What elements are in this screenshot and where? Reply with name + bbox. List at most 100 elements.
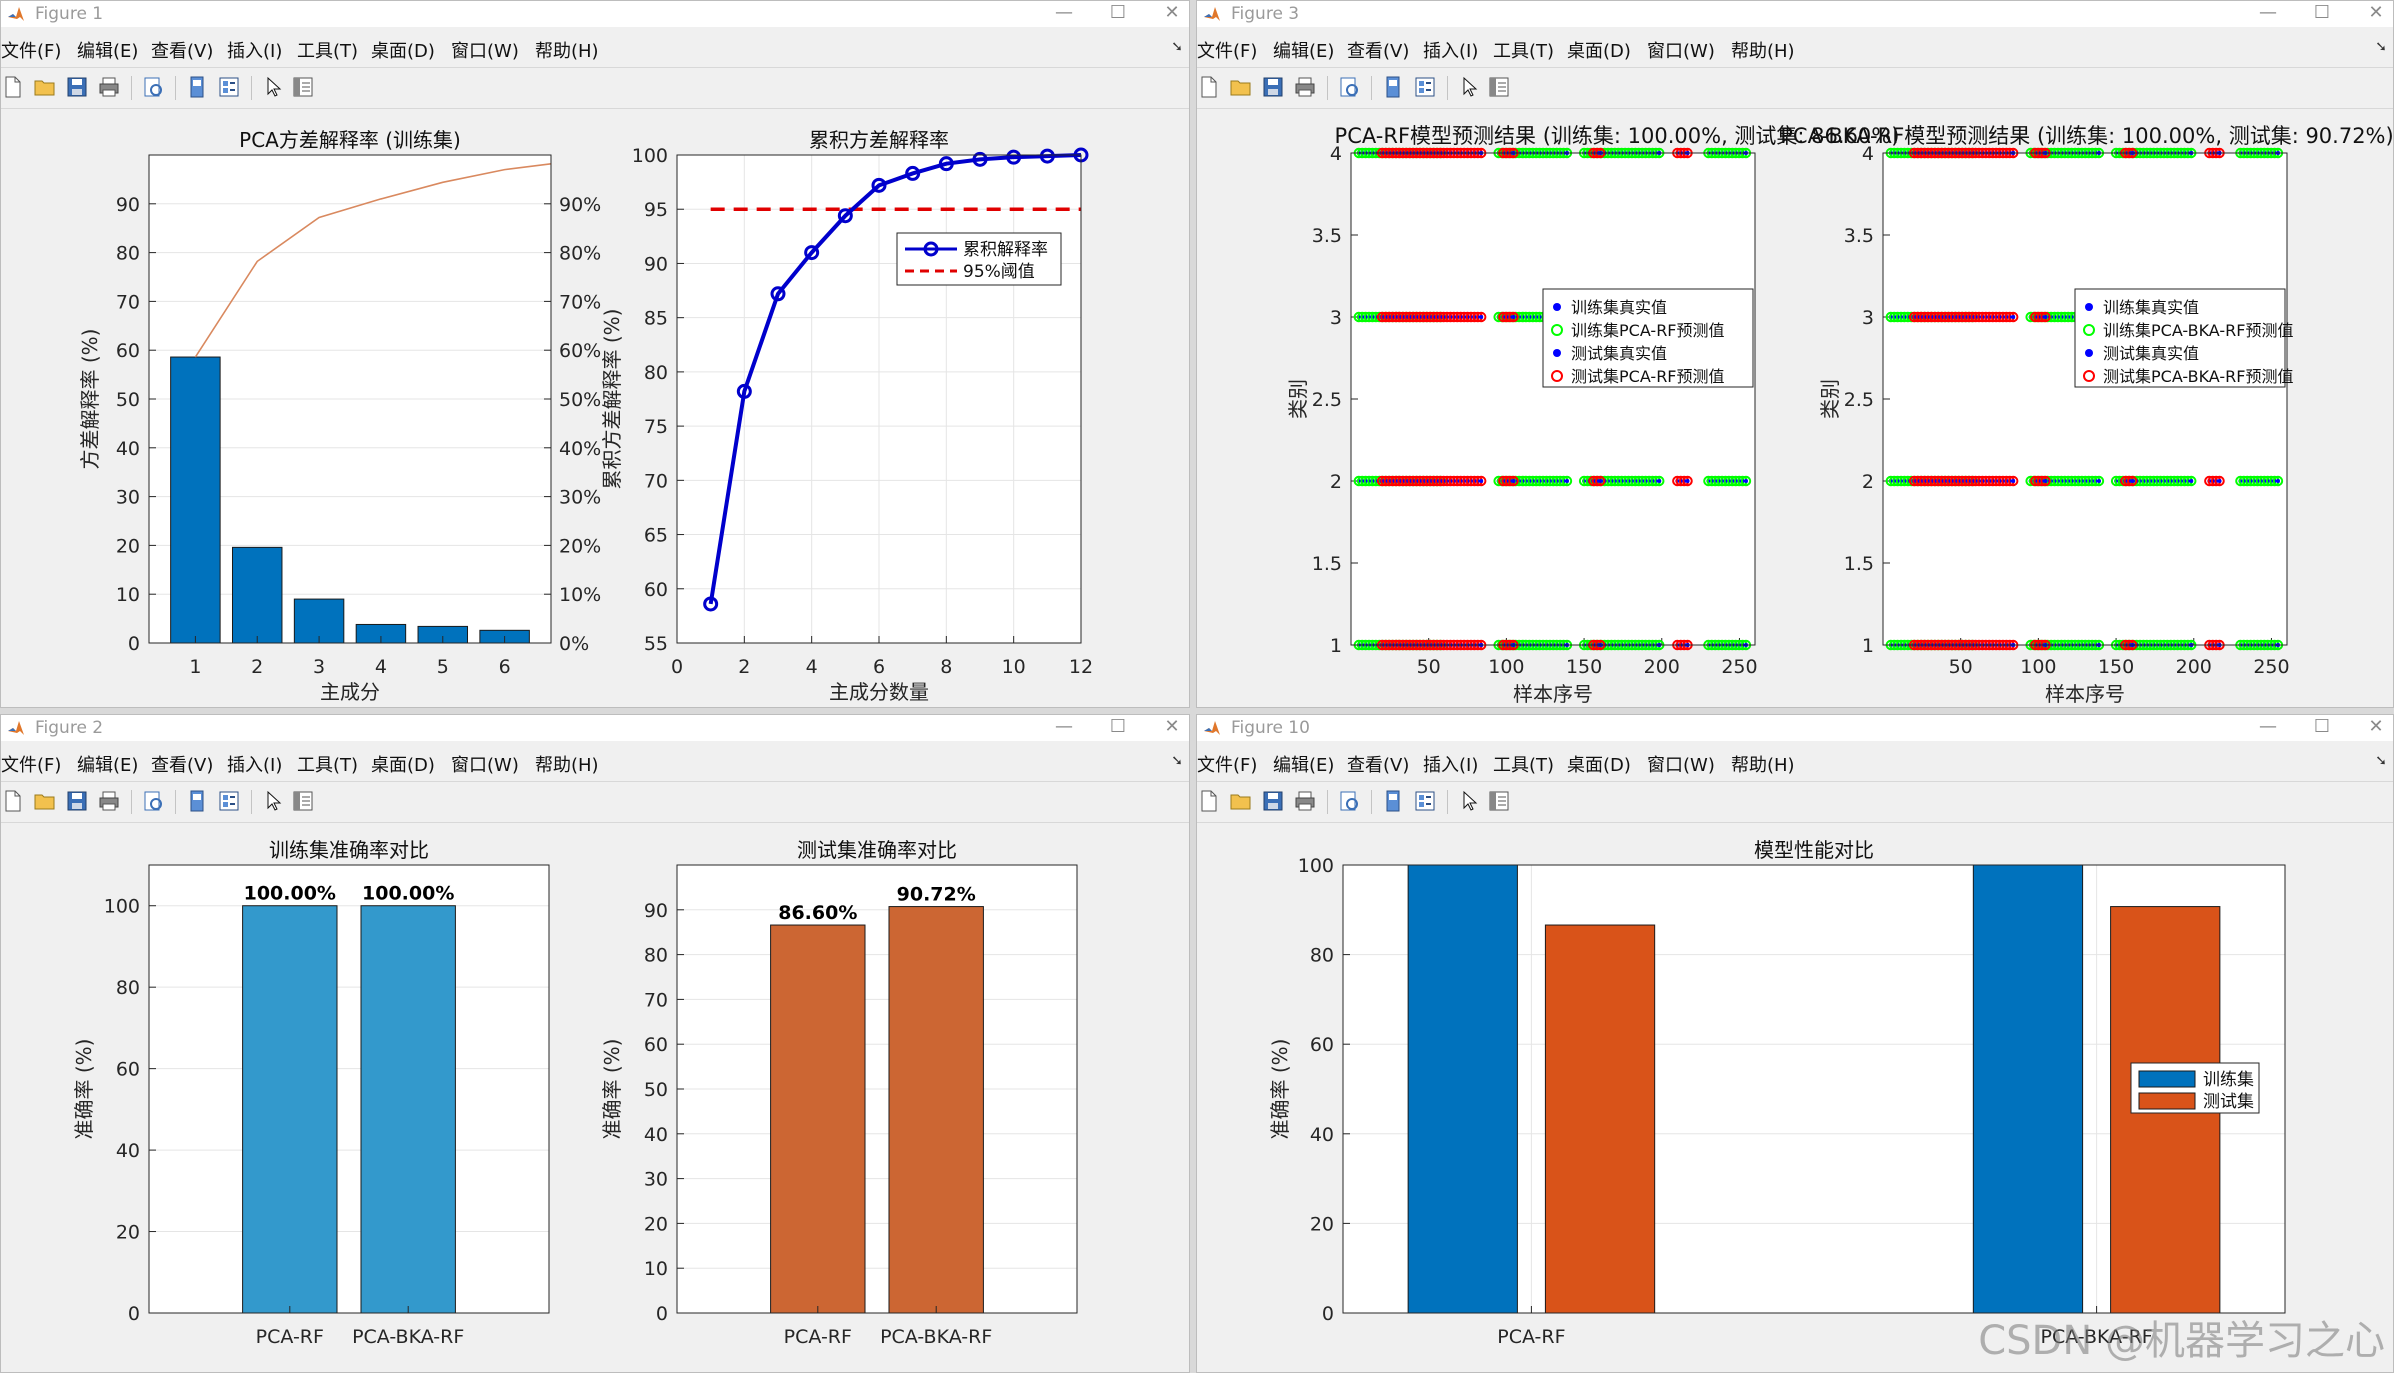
- menu-overflow-arrow-icon[interactable]: ➘: [2375, 39, 2387, 55]
- fig2-canvas: 020406080100100.00%PCA-RF100.00%PCA-BKA-…: [72, 838, 1078, 1348]
- save-icon[interactable]: [65, 789, 89, 813]
- link-plot-icon[interactable]: [1381, 789, 1405, 813]
- property-inspector-icon[interactable]: [291, 789, 315, 813]
- maximize-button[interactable]: ☐: [2299, 715, 2345, 741]
- x-tick-label: 200: [1644, 656, 1680, 678]
- close-button[interactable]: ✕: [1149, 715, 1189, 741]
- open-folder-icon[interactable]: [33, 789, 57, 813]
- insert-colorbar-icon[interactable]: [217, 75, 241, 99]
- save-icon[interactable]: [1261, 75, 1285, 99]
- print-preview-icon[interactable]: [1337, 75, 1361, 99]
- y-tick-label: 40: [1310, 1124, 1334, 1146]
- menu-desktop[interactable]: 桌面(D): [371, 751, 435, 777]
- menu-tools[interactable]: 工具(T): [297, 751, 358, 777]
- menu-file[interactable]: 文件(F): [1197, 37, 1257, 63]
- menu-desktop[interactable]: 桌面(D): [371, 37, 435, 63]
- y-tick-label: 70: [644, 470, 668, 492]
- menu-edit[interactable]: 编辑(E): [77, 37, 138, 63]
- print-icon[interactable]: [1293, 789, 1317, 813]
- menu-file[interactable]: 文件(F): [1197, 751, 1257, 777]
- open-folder-icon[interactable]: [1229, 75, 1253, 99]
- menu-file[interactable]: 文件(F): [1, 751, 61, 777]
- menu-edit[interactable]: 编辑(E): [77, 751, 138, 777]
- menu-help[interactable]: 帮助(H): [535, 751, 599, 777]
- menu-help[interactable]: 帮助(H): [535, 37, 599, 63]
- insert-colorbar-icon[interactable]: [1413, 789, 1437, 813]
- minimize-button[interactable]: —: [2245, 715, 2291, 741]
- menu-view[interactable]: 查看(V): [151, 37, 213, 63]
- link-plot-icon[interactable]: [185, 75, 209, 99]
- print-preview-icon[interactable]: [141, 789, 165, 813]
- edit-plot-pointer-icon[interactable]: [1457, 789, 1481, 813]
- menu-tools[interactable]: 工具(T): [1493, 751, 1554, 777]
- maximize-button[interactable]: ☐: [2299, 1, 2345, 27]
- menu-desktop[interactable]: 桌面(D): [1567, 37, 1631, 63]
- maximize-button[interactable]: ☐: [1095, 715, 1141, 741]
- axes-title: PCA-BKA-RF模型预测结果 (训练集: 100.00%, 测试集: 90.…: [1780, 124, 2393, 148]
- menu-desktop[interactable]: 桌面(D): [1567, 751, 1631, 777]
- print-preview-icon[interactable]: [141, 75, 165, 99]
- menu-tools[interactable]: 工具(T): [1493, 37, 1554, 63]
- menu-edit[interactable]: 编辑(E): [1273, 751, 1334, 777]
- edit-plot-pointer-icon[interactable]: [1457, 75, 1481, 99]
- menu-view[interactable]: 查看(V): [151, 751, 213, 777]
- new-file-icon[interactable]: [1197, 75, 1221, 99]
- minimize-button[interactable]: —: [2245, 1, 2291, 27]
- menu-window[interactable]: 窗口(W): [1647, 37, 1715, 63]
- minimize-button[interactable]: —: [1041, 715, 1087, 741]
- menu-insert[interactable]: 插入(I): [1423, 751, 1478, 777]
- save-icon[interactable]: [65, 75, 89, 99]
- print-icon[interactable]: [97, 789, 121, 813]
- menu-help[interactable]: 帮助(H): [1731, 37, 1795, 63]
- print-icon[interactable]: [1293, 75, 1317, 99]
- open-folder-icon[interactable]: [33, 75, 57, 99]
- y-tick-label: 85: [644, 308, 668, 330]
- link-plot-icon[interactable]: [185, 789, 209, 813]
- insert-colorbar-icon[interactable]: [217, 789, 241, 813]
- menu-view[interactable]: 查看(V): [1347, 751, 1409, 777]
- save-icon[interactable]: [1261, 789, 1285, 813]
- close-button[interactable]: ✕: [2353, 1, 2393, 27]
- new-file-icon[interactable]: [1197, 789, 1221, 813]
- menu-window[interactable]: 窗口(W): [451, 751, 519, 777]
- new-file-icon[interactable]: [1, 75, 25, 99]
- menu-insert[interactable]: 插入(I): [227, 37, 282, 63]
- menu-insert[interactable]: 插入(I): [1423, 37, 1478, 63]
- bar: [1407, 864, 1518, 1314]
- menu-edit[interactable]: 编辑(E): [1273, 37, 1334, 63]
- insert-colorbar-icon[interactable]: [1413, 75, 1437, 99]
- menu-file[interactable]: 文件(F): [1, 37, 61, 63]
- close-button[interactable]: ✕: [1149, 1, 1189, 27]
- property-inspector-icon[interactable]: [1487, 789, 1511, 813]
- menu-window[interactable]: 窗口(W): [451, 37, 519, 63]
- figure-window-10: 0 20 40 60 80 100 PCA-RF PCA-BKA-RF 模型性能对比 准确率 (%…: [1196, 714, 2394, 1373]
- link-plot-icon[interactable]: [1381, 75, 1405, 99]
- x-tick-label: 150: [2098, 656, 2134, 678]
- open-folder-icon[interactable]: [1229, 789, 1253, 813]
- menu-window[interactable]: 窗口(W): [1647, 751, 1715, 777]
- minimize-button[interactable]: —: [1041, 1, 1087, 27]
- x-tick-label: 150: [1566, 656, 1602, 678]
- maximize-button[interactable]: ☐: [1095, 1, 1141, 27]
- edit-plot-pointer-icon[interactable]: [261, 789, 285, 813]
- menu-overflow-arrow-icon[interactable]: ➘: [1171, 39, 1183, 55]
- menu-insert[interactable]: 插入(I): [227, 751, 282, 777]
- print-preview-icon[interactable]: [1337, 789, 1361, 813]
- edit-plot-pointer-icon[interactable]: [261, 75, 285, 99]
- menu-view[interactable]: 查看(V): [1347, 37, 1409, 63]
- property-inspector-icon[interactable]: [1487, 75, 1511, 99]
- menu-overflow-arrow-icon[interactable]: ➘: [1171, 753, 1183, 769]
- menu-help[interactable]: 帮助(H): [1731, 751, 1795, 777]
- legend-marker: [2085, 303, 2093, 311]
- menu-tools[interactable]: 工具(T): [297, 37, 358, 63]
- close-button[interactable]: ✕: [2353, 715, 2393, 741]
- window-title: Figure 10: [1231, 718, 1310, 738]
- new-file-icon[interactable]: [1, 789, 25, 813]
- y-tick-label: 3: [1330, 307, 1342, 329]
- y-tick-label: 90: [644, 253, 668, 275]
- menu-overflow-arrow-icon[interactable]: ➘: [2375, 753, 2387, 769]
- legend-label: 训练集真实值: [2103, 298, 2199, 317]
- bar: [231, 546, 283, 644]
- property-inspector-icon[interactable]: [291, 75, 315, 99]
- print-icon[interactable]: [97, 75, 121, 99]
